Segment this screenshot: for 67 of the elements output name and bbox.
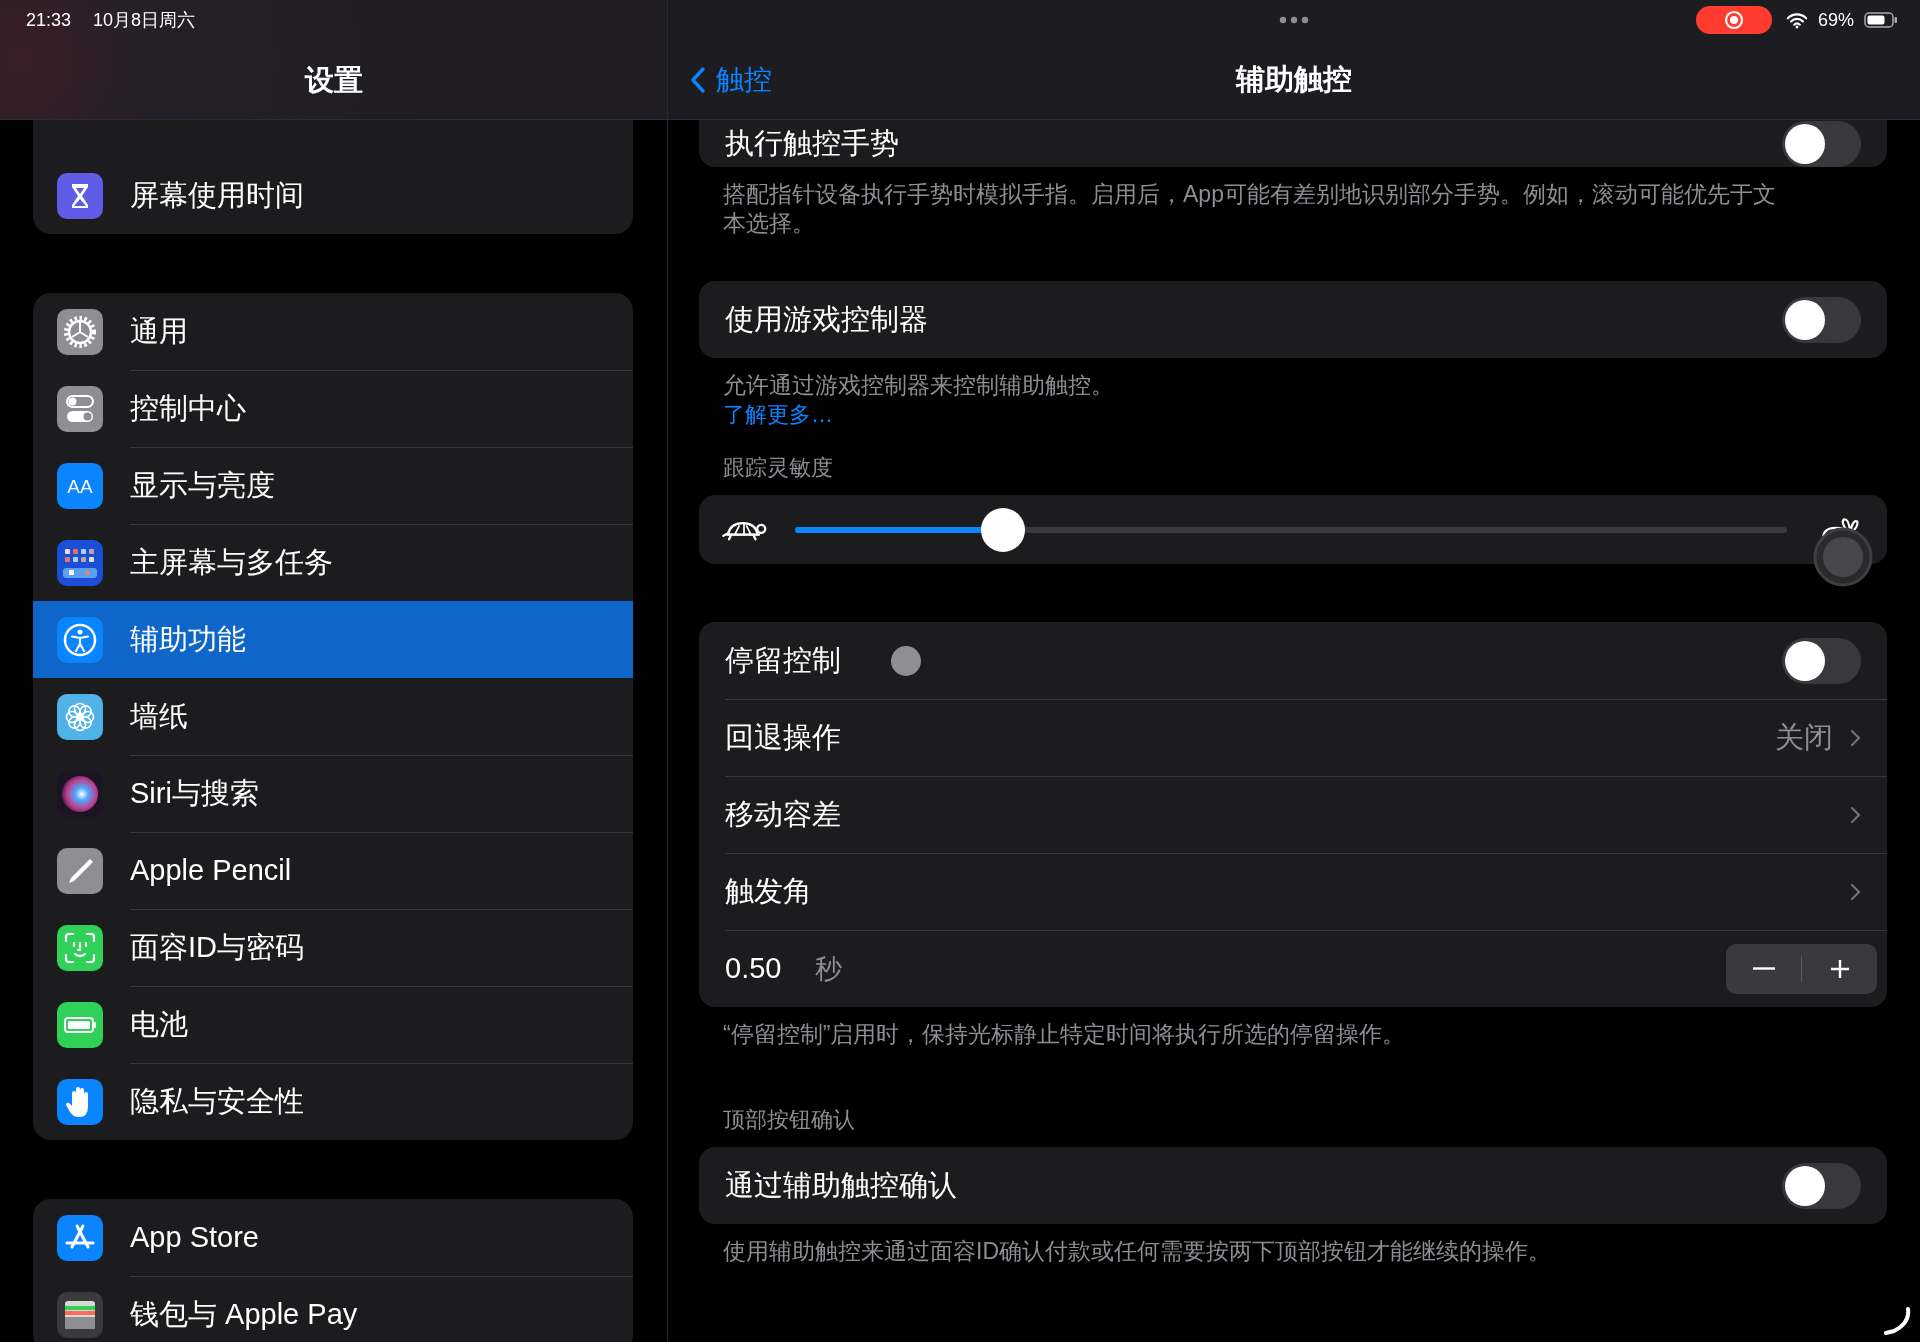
section-footer: 允许通过游戏控制器来控制辅助触控。 [699,358,1887,400]
minus-icon [1752,967,1775,970]
section-header: 跟踪灵敏度 [722,454,834,482]
sidebar-item[interactable]: AA 显示与亮度 [33,447,633,524]
curve-icon [1882,1306,1912,1336]
sidebar-item[interactable]: 屏幕使用时间 [33,157,633,234]
chevron-icon [1849,727,1861,748]
status-date: 10月8日周六 [93,9,196,32]
toggles-icon [57,385,103,432]
orb-icon [57,770,103,817]
toggle-switch[interactable] [1782,120,1861,167]
app-grid-icon [57,539,103,586]
sidebar-item[interactable]: 控制中心 [33,370,633,447]
learn-more-link[interactable]: 了解更多… [723,402,833,427]
toggle-switch[interactable] [1782,296,1861,343]
pointer-icon [1813,527,1873,587]
toggle-switch[interactable] [1782,1162,1861,1209]
sidebar-title: 设置 [303,63,364,98]
face-scan-icon [57,924,103,971]
clock-time: 21:33 [26,9,72,31]
accessibility-icon [57,616,103,663]
chevron-icon [1849,881,1861,902]
hand-icon [57,1078,103,1125]
pencil-icon [57,847,103,894]
battery-icon [1864,12,1898,28]
more-icon[interactable] [1279,16,1309,24]
flower-icon [57,693,103,740]
sidebar-item[interactable]: 钱包与 Apple Pay [33,1276,633,1342]
sidebar-item[interactable]: 面容ID与密码 [33,909,633,986]
toggle-switch[interactable] [1782,637,1861,684]
slider-track[interactable] [795,507,1787,552]
sidebar-item[interactable]: 墙纸 [33,678,633,755]
row-label: 执行触控手势 [725,125,899,161]
section-header: 顶部按钮确认 [722,1106,856,1134]
back-button[interactable]: 触控 [686,58,776,102]
sidebar-item[interactable]: Apple Pencil [33,832,633,909]
row-label: 通过辅助触控确认 [725,1167,957,1203]
section-footer: “停留控制”启用时，保持光标静止特定时间将执行所选的停留操作。 [699,1007,1887,1049]
back-chevron-icon [690,66,706,94]
sidebar-item[interactable]: 通用 [33,293,633,370]
plus-icon [1828,957,1851,980]
sidebar-item[interactable]: 辅助功能 [33,601,633,678]
wifi-icon [1785,11,1808,29]
duration-unit: 秒 [815,952,843,986]
gear-icon [57,308,103,355]
hourglass-icon [57,172,103,219]
battery-icon [57,1001,103,1048]
sidebar-item[interactable]: Siri与搜索 [33,755,633,832]
chevron-icon [1849,804,1861,825]
sidebar-item[interactable]: App Store [33,1199,633,1276]
row-label: 使用游戏控制器 [725,301,928,337]
section-footer: 使用辅助触控来通过面容ID确认付款或任何需要按两下顶部按钮才能继续的操作。 [699,1224,1887,1266]
duration-value: 0.50 [725,952,782,985]
record-icon[interactable] [1695,6,1772,34]
sidebar-item[interactable]: 主屏幕与多任务 [33,524,633,601]
a-shape-icon [57,1214,103,1261]
section-footer: 搭配指针设备执行手势时模拟手指。启用后，App可能有差别地识别部分手势。例如，滚动可能优先于文本选择。 [699,167,1887,238]
sidebar-item[interactable]: 隐私与安全性 [33,1063,633,1140]
settings-row[interactable]: 回退操作 关闭 [699,699,1887,776]
page-title: 辅助触控 [1236,62,1352,97]
row-label: 停留控制 [725,642,841,678]
settings-row[interactable]: 移动容差 [699,776,1887,853]
text-size-icon: AA [57,462,103,509]
sidebar-item[interactable]: 电池 [33,986,633,1063]
settings-row[interactable]: 触发角 [699,853,1887,930]
wallet-icon [57,1291,103,1338]
battery-percent: 69% [1817,9,1854,31]
